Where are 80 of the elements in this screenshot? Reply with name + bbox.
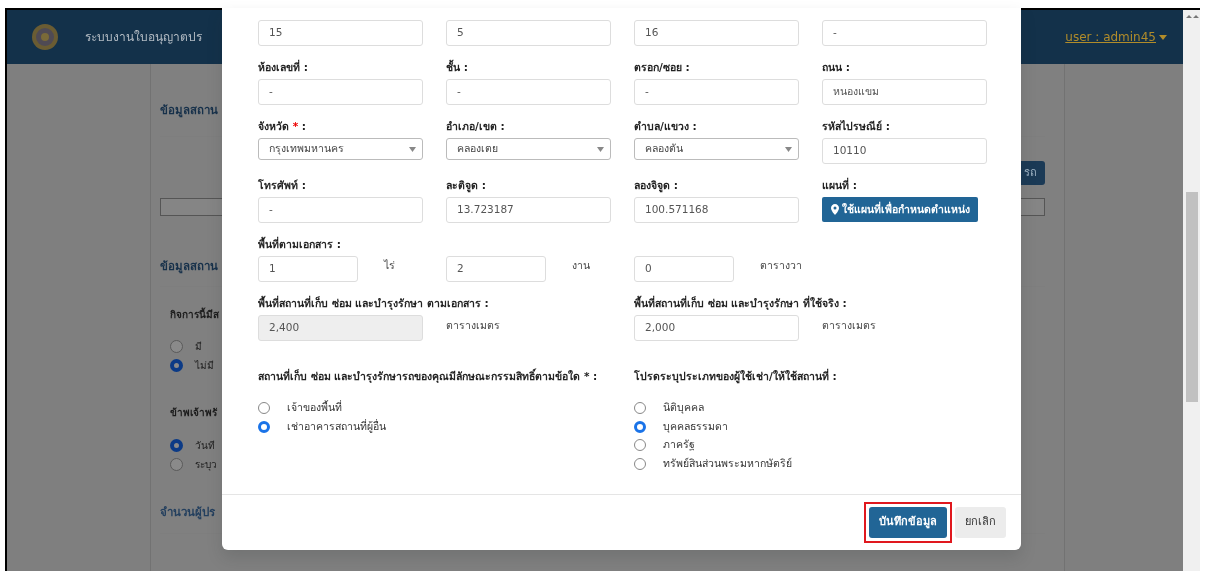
unit-label: ไร่ xyxy=(384,258,395,273)
map-pin-icon xyxy=(830,204,839,215)
field-label: ละติจูด : xyxy=(446,178,487,192)
scrollbar[interactable] xyxy=(1183,10,1200,571)
text-field[interactable]: - xyxy=(634,79,799,105)
map-button[interactable]: ใช้แผนที่เพื่อกำหนดตำแหน่ง xyxy=(822,197,978,222)
text-field[interactable]: 2 xyxy=(446,256,546,282)
radio-button[interactable] xyxy=(634,457,646,470)
question-label: ข้าพเจ้าพรั xyxy=(170,406,217,420)
emblem-logo-icon xyxy=(31,23,59,51)
option-label: บุคคลธรรมดา xyxy=(663,418,728,435)
text-field[interactable]: - xyxy=(822,20,987,46)
text-field[interactable]: - xyxy=(258,79,423,105)
text-field[interactable]: 10110 xyxy=(822,138,987,164)
radio-button[interactable] xyxy=(170,359,183,372)
text-field[interactable]: - xyxy=(258,197,423,223)
option-label: นิติบุคคล xyxy=(663,400,704,416)
caret-icon[interactable] xyxy=(597,146,604,152)
radio-button[interactable] xyxy=(170,457,183,471)
field-label: พื้นที่ตามเอกสาร : xyxy=(258,237,342,251)
text-field[interactable]: 13.723187 xyxy=(446,197,611,223)
unit-label: ตารางเมตร xyxy=(446,318,500,333)
radio-button[interactable] xyxy=(170,438,183,452)
option-label: ทรัพย์สินส่วนพระมหากษัตริย์ xyxy=(663,455,792,471)
field-label: โทรศัพท์ : xyxy=(258,178,307,192)
text-field[interactable]: 1 xyxy=(258,256,358,282)
caret-icon[interactable] xyxy=(785,146,792,152)
field-label: รหัสไปรษณีย์ : xyxy=(822,119,891,133)
radio-button[interactable] xyxy=(634,402,646,415)
field-label: พื้นที่สถานที่เก็บ ซ่อม และบำรุงรักษา ตามเอกสาร : xyxy=(258,296,490,310)
field-label: จังหวัด * : xyxy=(258,119,307,133)
user-menu[interactable]: user : admin45 xyxy=(1065,28,1167,46)
field-label: ตรอก/ซอย : xyxy=(634,60,691,74)
field-label: ถนน : xyxy=(822,60,851,74)
cancel-button[interactable]: ยกเลิก xyxy=(955,507,1006,538)
field-label: ชั้น : xyxy=(446,60,469,74)
field-label: อำเภอ/เขต : xyxy=(446,119,506,133)
app-title: ระบบงานใบอนุญาตปร xyxy=(85,29,202,46)
option-label: มี xyxy=(195,340,202,354)
radio-button[interactable] xyxy=(170,340,183,353)
radio-button[interactable] xyxy=(258,402,270,415)
option-label: เจ้าของพื้นที่ xyxy=(287,400,342,416)
radio-button[interactable] xyxy=(634,439,646,452)
radio-button[interactable] xyxy=(634,420,646,433)
option-label: เช่าอาคารสถานที่ผู้อื่น xyxy=(287,418,386,435)
text-field[interactable]: 15 xyxy=(258,20,423,46)
text-field[interactable]: 16 xyxy=(634,20,799,46)
unit-label: ตารางวา xyxy=(760,258,802,273)
dropdown-field[interactable]: คลองเตย xyxy=(446,138,611,160)
section-heading: ข้อมูลสถาน xyxy=(160,102,218,120)
field-label: ตำบล/แขวง : xyxy=(634,119,698,133)
field-label: แผนที่ : xyxy=(822,178,858,192)
question-label: กิจการนี้มีส xyxy=(170,306,219,322)
dropdown-field[interactable]: คลองตัน xyxy=(634,138,799,160)
field-label: ห้องเลขที่ : xyxy=(258,60,309,74)
caret-icon[interactable] xyxy=(1159,34,1167,40)
option-label: ระบุว xyxy=(195,457,217,472)
option-label: ภาครัฐ xyxy=(663,437,695,453)
text-field[interactable]: 0 xyxy=(634,256,734,282)
field-label: ลองจิจูด : xyxy=(634,178,679,192)
text-field[interactable]: หนองแขม xyxy=(822,79,987,105)
unit-label: งาน xyxy=(572,258,590,273)
section-heading: จำนวนผู้ปร xyxy=(160,503,215,521)
unit-label: ตารางเมตร xyxy=(822,318,876,333)
option-label: วันที xyxy=(195,438,215,453)
text-field: 2,400 xyxy=(258,315,423,341)
dropdown-field[interactable]: กรุงเทพมหานคร xyxy=(258,138,423,160)
text-field[interactable]: 5 xyxy=(446,20,611,46)
text-field[interactable]: 2,000 xyxy=(634,315,799,341)
field-label: พื้นที่สถานที่เก็บ ซ่อม และบำรุงรักษา ที่ใช้จริง : xyxy=(634,296,848,310)
text-field[interactable]: - xyxy=(446,79,611,105)
radio-button[interactable] xyxy=(258,420,270,433)
text-field[interactable]: 100.571168 xyxy=(634,197,799,223)
section-heading: ข้อมูลสถาน xyxy=(160,258,218,276)
question-label: สถานที่เก็บ ซ่อม และบำรุงรักษารถของคุณมีลักษณะกรรมสิทธิ์ตามข้อใด * : xyxy=(258,369,599,383)
caret-icon[interactable] xyxy=(409,146,416,152)
question-label: โปรดระบุประเภทของผู้ใช้เช่า/ให้ใช้สถานที่ : xyxy=(634,369,838,383)
save-button[interactable]: บันทึกข้อมูล xyxy=(869,507,947,538)
scrollbar-thumb[interactable] xyxy=(1185,192,1198,402)
option-label: ไม่มี xyxy=(195,359,214,373)
